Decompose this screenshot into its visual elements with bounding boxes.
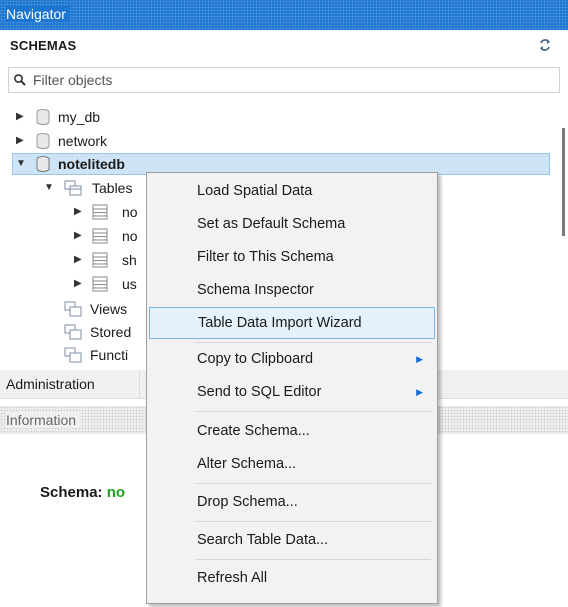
expand-arrow-icon[interactable]: ▶ — [16, 130, 28, 152]
functions-label: Functi — [90, 347, 129, 363]
menu-separator — [195, 483, 431, 484]
tables-label: Tables — [92, 180, 133, 196]
menu-separator — [195, 521, 431, 522]
stored-procedures-folder-icon — [64, 324, 82, 340]
views-folder-icon — [64, 301, 82, 317]
menu-item-send-to-sql-editor[interactable]: Send to SQL Editor ▶ — [149, 376, 435, 408]
menu-item-schema-inspector[interactable]: Schema Inspector — [149, 274, 435, 306]
menu-item-search-table-data[interactable]: Search Table Data... — [149, 524, 435, 556]
schema-label: notelitedb — [58, 156, 125, 172]
database-icon — [36, 156, 50, 172]
schema-label: network — [58, 133, 108, 149]
tables-folder-icon — [64, 180, 82, 196]
expand-arrow-icon[interactable]: ▶ — [16, 106, 28, 128]
menu-item-set-default-schema[interactable]: Set as Default Schema — [149, 208, 435, 240]
table-label: us — [122, 276, 137, 292]
database-icon — [36, 133, 50, 149]
table-label: no — [122, 204, 138, 220]
schema-info-label: Schema: — [40, 484, 103, 501]
context-menu: Load Spatial Data Set as Default Schema … — [146, 172, 438, 604]
table-icon — [92, 252, 108, 268]
menu-item-create-schema[interactable]: Create Schema... — [149, 415, 435, 447]
table-label: sh — [122, 252, 137, 268]
search-icon — [14, 74, 26, 86]
refresh-icon[interactable] — [538, 38, 552, 52]
tab-administration[interactable]: Administration — [0, 370, 140, 398]
menu-item-load-spatial-data[interactable]: Load Spatial Data — [149, 175, 435, 207]
menu-item-table-data-import-wizard[interactable]: Table Data Import Wizard — [149, 307, 435, 339]
expand-arrow-icon[interactable]: ▶ — [74, 201, 86, 223]
menu-item-filter-to-schema[interactable]: Filter to This Schema — [149, 241, 435, 273]
table-label: no — [122, 228, 138, 244]
navigator-header: Navigator — [0, 0, 568, 30]
menu-item-label: Copy to Clipboard — [197, 351, 314, 367]
stored-label: Stored — [90, 324, 132, 340]
filter-objects-input[interactable] — [33, 70, 533, 90]
table-icon — [92, 204, 108, 220]
collapse-arrow-icon[interactable]: ▼ — [16, 153, 28, 175]
filter-box[interactable] — [8, 67, 560, 93]
menu-item-copy-to-clipboard[interactable]: Copy to Clipboard ▶ — [149, 343, 435, 375]
navigator-title: Navigator — [6, 6, 70, 22]
submenu-arrow-icon: ▶ — [416, 387, 423, 397]
schema-info-name: no — [106, 484, 126, 501]
menu-item-refresh-all[interactable]: Refresh All — [149, 562, 435, 594]
schema-info: Schema: no — [40, 484, 125, 501]
expand-arrow-icon[interactable]: ▶ — [74, 273, 86, 295]
information-title: Information — [6, 412, 81, 428]
table-icon — [92, 276, 108, 292]
expand-arrow-icon[interactable]: ▶ — [74, 249, 86, 271]
functions-folder-icon — [64, 347, 82, 363]
menu-separator — [195, 411, 431, 412]
scrollbar-thumb[interactable] — [562, 128, 565, 236]
menu-item-alter-schema[interactable]: Alter Schema... — [149, 448, 435, 480]
database-icon — [36, 109, 50, 125]
schemas-title: SCHEMAS — [10, 38, 77, 53]
views-label: Views — [90, 301, 128, 317]
menu-item-label: Send to SQL Editor — [197, 384, 322, 400]
submenu-arrow-icon: ▶ — [416, 354, 423, 364]
menu-item-drop-schema[interactable]: Drop Schema... — [149, 486, 435, 518]
table-icon — [92, 228, 108, 244]
menu-separator — [195, 559, 431, 560]
schema-label: my_db — [58, 109, 101, 125]
collapse-arrow-icon[interactable]: ▼ — [44, 177, 56, 199]
expand-arrow-icon[interactable]: ▶ — [74, 225, 86, 247]
